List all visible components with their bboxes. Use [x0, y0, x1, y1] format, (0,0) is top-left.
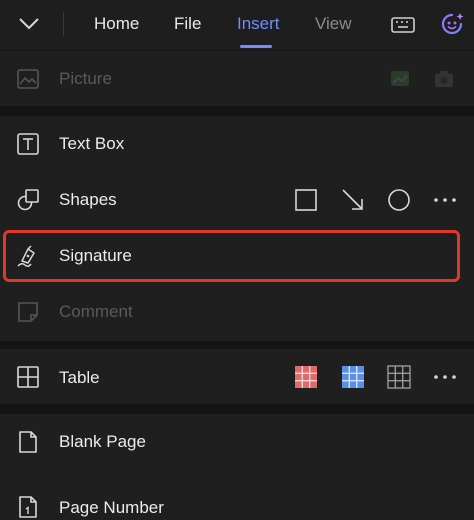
ai-assistant-icon[interactable]	[439, 11, 465, 37]
tab-insert[interactable]: Insert	[237, 14, 280, 34]
signature-highlight-box	[3, 230, 460, 282]
more-shapes-icon[interactable]	[433, 188, 457, 212]
more-tables-icon[interactable]	[433, 365, 457, 389]
page-number-icon	[19, 496, 37, 518]
insert-picture-label: Picture	[59, 69, 112, 88]
blue-table-style-icon[interactable]	[341, 365, 365, 389]
table-group: Table	[0, 349, 474, 404]
insert-table-label: Table	[59, 368, 100, 387]
page-group: Blank Page Page Number	[0, 414, 474, 520]
gallery-icon	[391, 71, 409, 86]
active-tab-indicator	[240, 45, 272, 48]
shapes-icon	[17, 189, 39, 211]
tab-home[interactable]: Home	[94, 14, 139, 34]
circle-shape-icon[interactable]	[387, 188, 411, 212]
text-box-icon	[17, 133, 39, 155]
plain-table-style-icon[interactable]	[387, 365, 411, 389]
red-table-style-icon[interactable]	[294, 365, 318, 389]
arrow-shape-icon[interactable]	[341, 188, 365, 212]
rectangle-shape-icon[interactable]	[294, 188, 318, 212]
tab-view[interactable]: View	[315, 14, 352, 34]
insert-blank-page-label: Blank Page	[59, 432, 146, 451]
blank-page-icon	[19, 431, 37, 453]
tab-file[interactable]: File	[174, 14, 201, 34]
insert-picture-item: Picture	[0, 51, 474, 107]
insert-table-item[interactable]: Table	[0, 349, 474, 405]
keyboard-icon[interactable]	[390, 12, 416, 36]
top-toolbar: Home File Insert View	[0, 0, 474, 50]
insert-page-number-item[interactable]: Page Number	[0, 479, 474, 520]
insert-text-box-item[interactable]: Text Box	[0, 116, 474, 172]
insert-blank-page-item[interactable]: Blank Page	[0, 414, 474, 470]
table-icon	[17, 366, 39, 388]
insert-shapes-item[interactable]: Shapes	[0, 172, 474, 228]
insert-page-number-label: Page Number	[59, 498, 164, 517]
picture-group: Picture	[0, 51, 474, 106]
insert-text-box-label: Text Box	[59, 134, 125, 153]
comment-icon	[18, 302, 38, 322]
insert-comment-item: Comment	[0, 284, 474, 340]
chevron-down-icon[interactable]	[14, 10, 44, 38]
toolbar-divider	[63, 12, 64, 36]
picture-icon	[17, 69, 39, 89]
insert-comment-label: Comment	[59, 302, 133, 321]
camera-icon	[435, 71, 453, 87]
insert-shapes-label: Shapes	[59, 190, 117, 209]
